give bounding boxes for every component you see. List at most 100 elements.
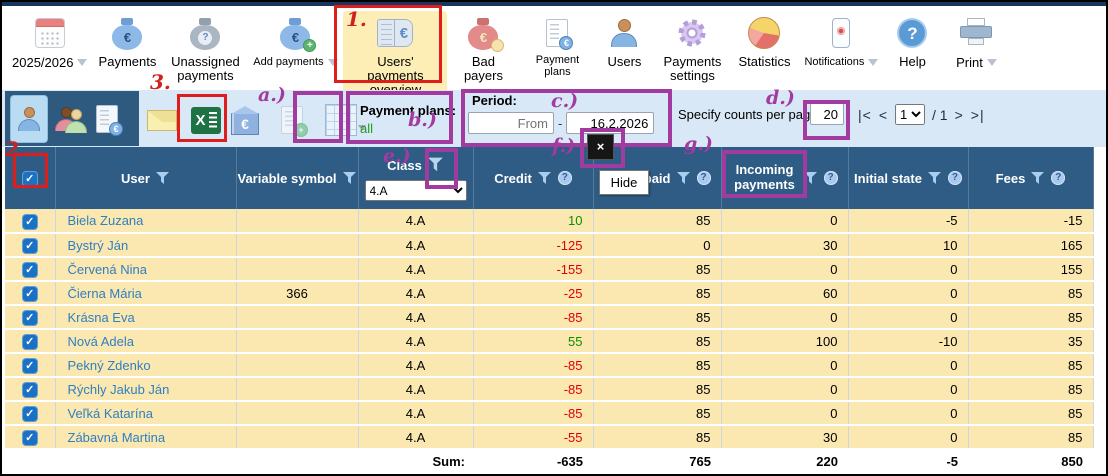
toolbar-item-users-payments-overview[interactable]: € Users' payments overview xyxy=(343,11,447,99)
incoming-payments-cell: 0 xyxy=(721,257,848,281)
paid-cell: 85 xyxy=(593,257,721,281)
column-header-user[interactable]: User xyxy=(55,147,236,209)
filter-icon[interactable] xyxy=(677,172,691,185)
filter-icon[interactable] xyxy=(538,172,552,185)
checkbox-checked-icon: ✓ xyxy=(23,287,37,301)
payment-plans-filter[interactable]: Payment plans: all xyxy=(352,95,456,137)
filter-icon[interactable] xyxy=(428,155,444,175)
user-link[interactable]: Zábavná Martina xyxy=(68,430,166,445)
column-header-fees[interactable]: Fees ? xyxy=(968,147,1093,209)
export-excel-button[interactable]: X xyxy=(191,107,221,134)
variable-symbol-cell xyxy=(236,257,358,281)
row-select-checkbox[interactable]: ✓ xyxy=(5,233,55,257)
row-select-checkbox[interactable]: ✓ xyxy=(5,401,55,425)
class-filter-select[interactable]: 4.A xyxy=(365,180,467,201)
view-invoices-button[interactable]: € xyxy=(89,96,125,142)
send-email-button[interactable] xyxy=(147,110,177,131)
toolbar-item-users[interactable]: Users xyxy=(595,11,653,71)
user-link[interactable]: Biela Zuzana xyxy=(68,213,144,228)
row-select-checkbox[interactable]: ✓ xyxy=(5,257,55,281)
filler-cell xyxy=(1093,353,1108,377)
bank-payments-button[interactable]: € xyxy=(231,105,259,135)
filter-icon[interactable] xyxy=(1031,172,1045,185)
help-badge-icon[interactable]: ? xyxy=(824,171,838,185)
select-all-checkbox[interactable]: ✓ xyxy=(5,147,55,209)
user-cell: Rýchly Jakub Ján xyxy=(55,377,236,401)
class-cell: 4.A xyxy=(358,425,473,449)
chevron-down-icon xyxy=(987,59,997,71)
filler-cell xyxy=(1093,233,1108,257)
filter-icon[interactable] xyxy=(804,172,818,185)
document-plus-icon: + xyxy=(281,106,303,134)
chevron-down-icon xyxy=(77,59,87,71)
help-badge-icon[interactable]: ? xyxy=(697,171,711,185)
next-page-button[interactable]: > xyxy=(955,107,964,123)
column-header-credit[interactable]: Credit ? xyxy=(473,147,593,209)
hide-column-button[interactable]: × xyxy=(587,134,614,160)
view-students-button[interactable] xyxy=(11,96,47,142)
user-cell: Krásna Eva xyxy=(55,305,236,329)
filter-icon[interactable] xyxy=(156,172,170,185)
toolbar-item-add-payments[interactable]: €+ Add payments xyxy=(247,11,343,73)
column-header-variable-symbol[interactable]: Variable symbol xyxy=(236,147,358,209)
student-icon xyxy=(15,107,43,131)
variable-symbol-cell xyxy=(236,377,358,401)
variable-symbol-cell xyxy=(236,401,358,425)
paid-cell: 85 xyxy=(593,425,721,449)
toolbar-item-help[interactable]: ? Help xyxy=(885,11,939,71)
user-link[interactable]: Pekný Zdenko xyxy=(68,358,151,373)
prev-page-button[interactable]: < xyxy=(879,107,888,123)
filter-icon[interactable] xyxy=(343,172,357,185)
column-header-class[interactable]: Class 4.A xyxy=(358,147,473,209)
help-badge-icon[interactable]: ? xyxy=(1051,171,1065,185)
row-select-checkbox[interactable]: ✓ xyxy=(5,329,55,353)
row-select-checkbox[interactable]: ✓ xyxy=(5,209,55,233)
user-link[interactable]: Čierna Mária xyxy=(68,286,142,301)
period-from-input[interactable] xyxy=(468,112,554,134)
fees-cell: 155 xyxy=(968,257,1093,281)
filter-icon[interactable] xyxy=(928,172,942,185)
school-year-selector[interactable]: 2025/2026 xyxy=(8,11,91,73)
sum-row: Sum: -635 765 220 -5 850 xyxy=(5,449,1108,472)
row-select-checkbox[interactable]: ✓ xyxy=(5,281,55,305)
period-to-input[interactable] xyxy=(566,112,654,134)
toolbar-item-bad-payers[interactable]: € Bad payers xyxy=(447,11,519,85)
view-mode-strip: € xyxy=(5,91,139,146)
help-badge-icon[interactable]: ? xyxy=(558,171,572,185)
row-select-checkbox[interactable]: ✓ xyxy=(5,353,55,377)
variable-symbol-cell xyxy=(236,233,358,257)
user-link[interactable]: Bystrý Ján xyxy=(68,238,129,253)
user-link[interactable]: Červená Nina xyxy=(68,262,148,277)
user-link[interactable]: Veľká Katarína xyxy=(68,406,153,421)
fees-cell: 85 xyxy=(968,377,1093,401)
chevron-down-icon xyxy=(868,59,878,71)
row-select-checkbox[interactable]: ✓ xyxy=(5,425,55,449)
view-parents-button[interactable] xyxy=(50,96,86,142)
calendar-icon xyxy=(35,18,65,48)
row-select-checkbox[interactable]: ✓ xyxy=(5,377,55,401)
initial-state-cell: 0 xyxy=(848,401,968,425)
row-select-checkbox[interactable]: ✓ xyxy=(5,305,55,329)
toolbar-item-notifications[interactable]: Notifications xyxy=(797,11,885,73)
user-link[interactable]: Rýchly Jakub Ján xyxy=(68,382,170,397)
last-page-button[interactable]: >| xyxy=(971,107,985,123)
column-header-initial-state[interactable]: Initial state ? xyxy=(848,147,968,209)
counts-per-page-input[interactable] xyxy=(810,103,844,125)
first-page-button[interactable]: |< xyxy=(858,107,872,123)
user-link[interactable]: Nová Adela xyxy=(68,334,135,349)
initial-state-cell: 0 xyxy=(848,425,968,449)
page-select[interactable]: 1 xyxy=(895,104,925,125)
credit-cell: -85 xyxy=(473,377,593,401)
toolbar-item-statistics[interactable]: Statistics xyxy=(731,11,797,71)
toolbar-item-payments[interactable]: € Payments xyxy=(91,11,163,71)
sum-label: Sum: xyxy=(358,449,473,472)
user-link[interactable]: Krásna Eva xyxy=(68,310,135,325)
column-header-incoming-payments[interactable]: Incoming payments ? xyxy=(721,147,848,209)
add-document-button[interactable]: + xyxy=(281,106,303,134)
toolbar-item-payment-plans[interactable]: € Payment plans xyxy=(519,11,595,81)
toolbar-item-unassigned-payments[interactable]: ? Unassigned payments xyxy=(163,11,247,85)
toolbar-item-payments-settings[interactable]: Payments settings xyxy=(653,11,731,85)
toolbar-item-print[interactable]: Print xyxy=(939,11,1013,73)
sum-initial: -5 xyxy=(848,449,968,472)
help-badge-icon[interactable]: ? xyxy=(948,171,962,185)
